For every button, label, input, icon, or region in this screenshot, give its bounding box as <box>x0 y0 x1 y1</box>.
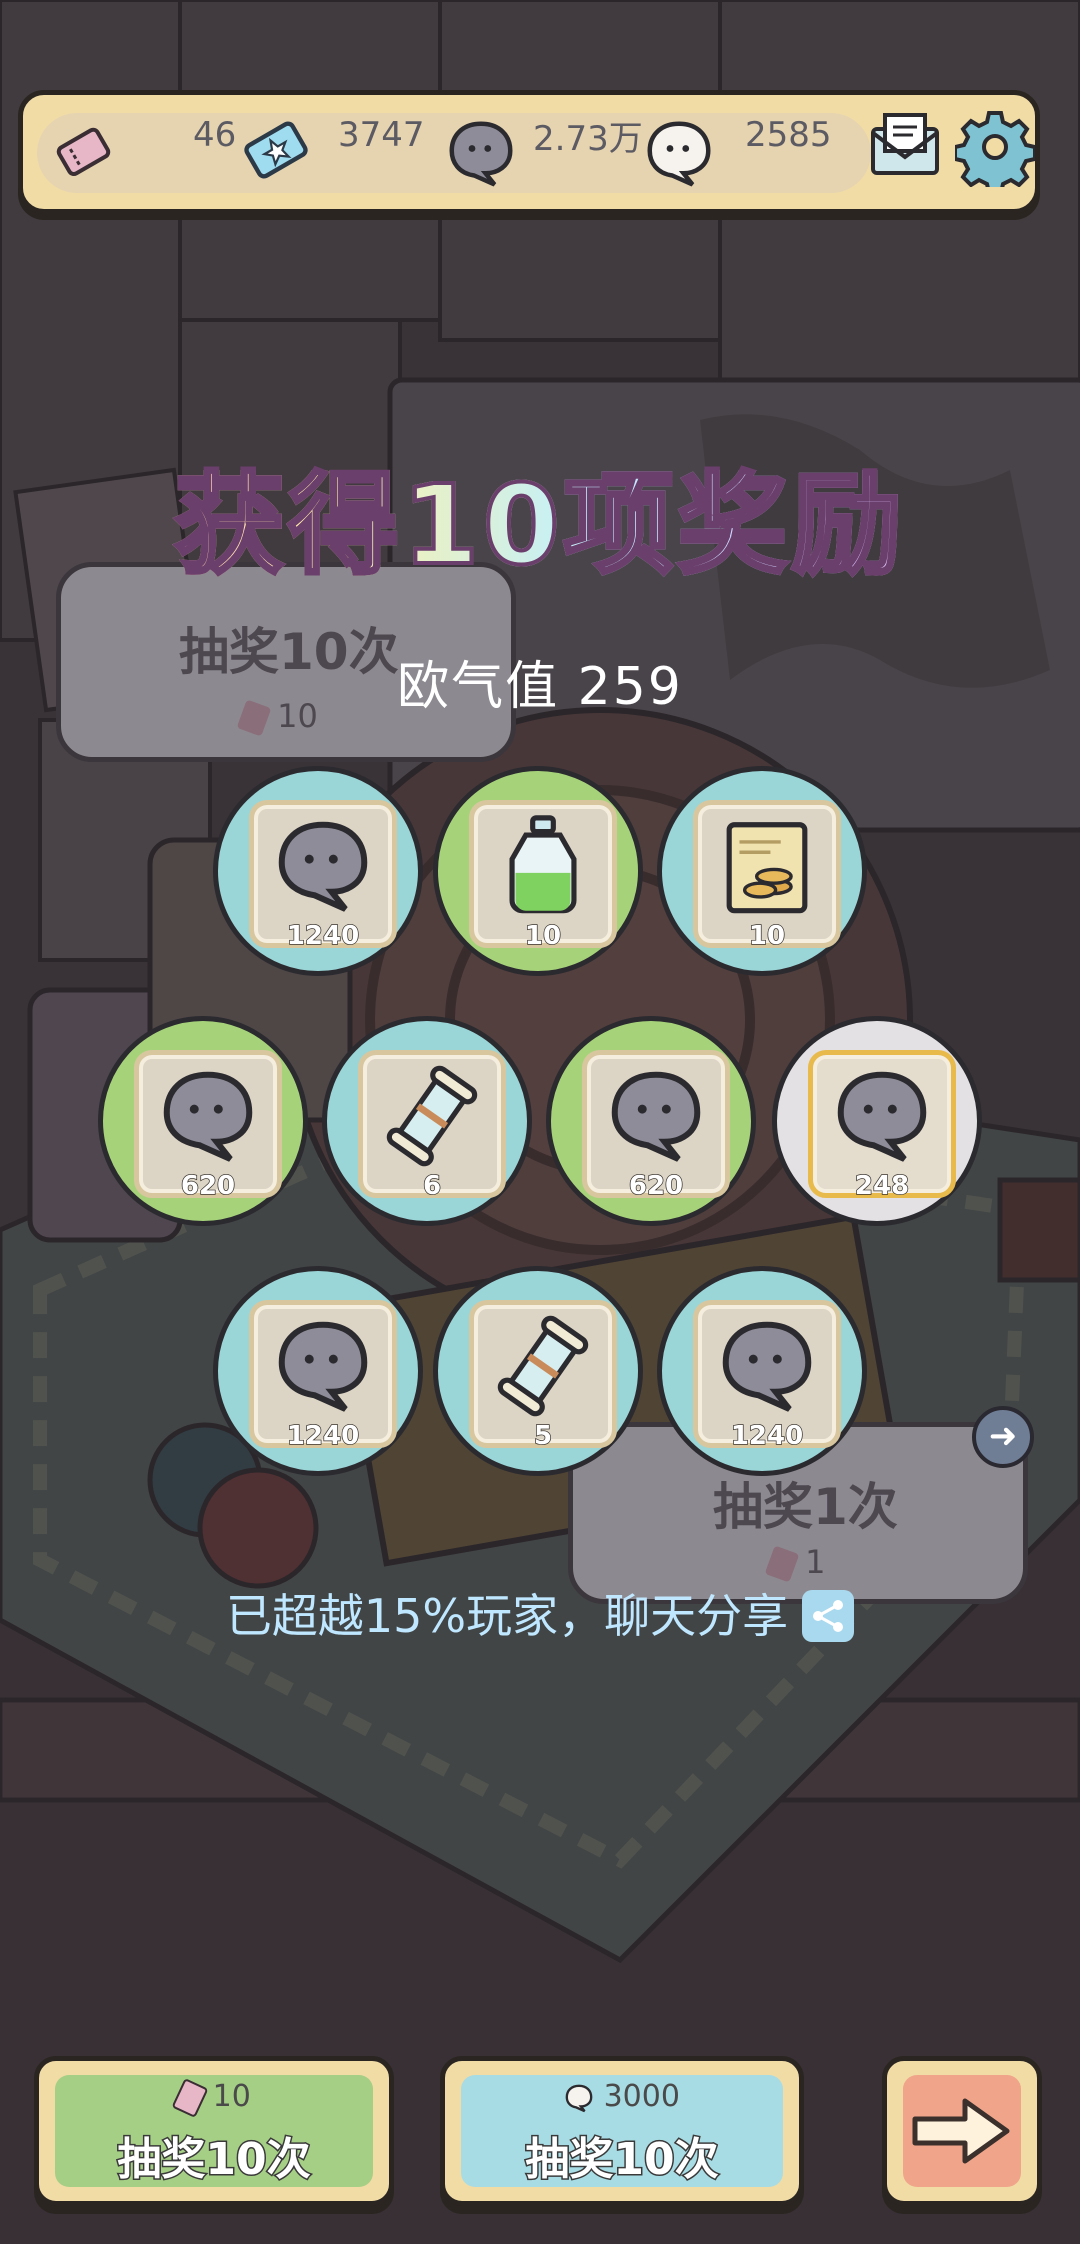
resource-bar: 46 3747 2.73万 2585 <box>18 90 1040 214</box>
ticket-draw-cost: 10 <box>39 2077 389 2118</box>
reward-item[interactable]: 5 <box>433 1266 643 1476</box>
reward-count: 5 <box>533 1420 553 1452</box>
ticket-count: 46 <box>193 115 237 155</box>
ticket-draw-10-button[interactable]: 10 抽奖10次 <box>34 2056 394 2206</box>
ticket-icon <box>56 127 111 177</box>
reward-title: 获得10项奖励 <box>0 468 1080 582</box>
gray-bubble-count: 2.73万 <box>533 118 643 159</box>
arrow-right-icon <box>912 2098 1010 2164</box>
reward-count: 620 <box>180 1170 236 1202</box>
reward-item[interactable]: 6 <box>322 1016 532 1226</box>
reward-item[interactable]: 248 <box>772 1016 982 1226</box>
mail-icon[interactable] <box>865 107 945 187</box>
ticket-icon <box>764 1545 800 1583</box>
bubble-draw-10-button[interactable]: 3000 抽奖10次 <box>440 2056 804 2206</box>
share-icon[interactable] <box>802 1589 855 1642</box>
reward-item[interactable]: 1240 <box>213 1266 423 1476</box>
white-bubble-icon <box>647 121 711 187</box>
reward-item[interactable]: 10 <box>433 766 643 976</box>
blue-ticket-icon <box>244 121 308 179</box>
luck-value: 欧气值 259 <box>397 657 683 717</box>
reward-item[interactable]: 620 <box>98 1016 308 1226</box>
gray-bubble-icon <box>449 121 513 187</box>
reward-item[interactable]: 1240 <box>657 1266 867 1476</box>
bubble-draw-cost: 3000 <box>445 2079 799 2114</box>
reward-count: 10 <box>524 920 562 952</box>
reward-count: 1240 <box>730 1420 804 1452</box>
reward-count: 1240 <box>286 1420 360 1452</box>
blue-ticket-count: 3747 <box>338 115 425 155</box>
reward-item[interactable]: 1240 <box>213 766 423 976</box>
ticket-icon <box>171 2077 209 2118</box>
reward-item[interactable]: 620 <box>546 1016 756 1226</box>
right-panel-arrow-icon: ➜ <box>972 1406 1034 1468</box>
reward-item[interactable]: 10 <box>657 766 867 976</box>
next-button[interactable] <box>882 2056 1042 2206</box>
reward-count: 6 <box>422 1170 442 1202</box>
bubble-draw-label: 抽奖10次 <box>524 2133 720 2187</box>
right-panel-title: 抽奖1次 <box>713 1478 898 1536</box>
white-bubble-count: 2585 <box>745 115 832 155</box>
ticket-draw-label: 抽奖10次 <box>116 2133 312 2187</box>
right-panel-cost: 1 <box>764 1543 826 1583</box>
reward-count: 620 <box>628 1170 684 1202</box>
reward-count: 248 <box>854 1170 910 1202</box>
share-text[interactable]: 已超越15%玩家，聊天分享 <box>226 1589 788 1643</box>
settings-gear-icon[interactable] <box>955 107 1035 187</box>
reward-count: 10 <box>748 920 786 952</box>
white-bubble-icon <box>565 2084 593 2112</box>
reward-count: 1240 <box>286 920 360 952</box>
share-row[interactable]: 已超越15%玩家，聊天分享 <box>0 1580 1080 1646</box>
